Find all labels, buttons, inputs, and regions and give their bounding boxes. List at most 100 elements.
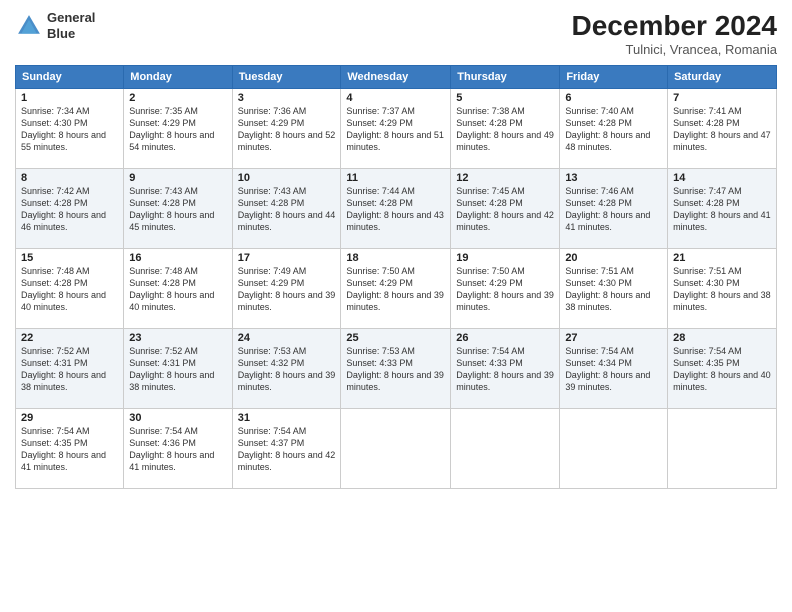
daylight-text: Daylight: 8 hours and 41 minutes.	[129, 450, 214, 472]
day-number: 3	[238, 92, 336, 104]
day-number: 21	[673, 252, 771, 264]
day-info: Sunrise: 7:44 AMSunset: 4:28 PMDaylight:…	[346, 185, 445, 234]
day-number: 20	[565, 252, 662, 264]
day-info: Sunrise: 7:49 AMSunset: 4:29 PMDaylight:…	[238, 265, 336, 314]
day-info: Sunrise: 7:52 AMSunset: 4:31 PMDaylight:…	[129, 345, 226, 394]
day-info: Sunrise: 7:45 AMSunset: 4:28 PMDaylight:…	[456, 185, 554, 234]
day-number: 18	[346, 252, 445, 264]
calendar-cell: 31Sunrise: 7:54 AMSunset: 4:37 PMDayligh…	[232, 409, 341, 489]
day-number: 15	[21, 252, 118, 264]
day-info: Sunrise: 7:48 AMSunset: 4:28 PMDaylight:…	[129, 265, 226, 314]
sunrise-text: Sunrise: 7:44 AM	[346, 186, 415, 196]
day-info: Sunrise: 7:37 AMSunset: 4:29 PMDaylight:…	[346, 105, 445, 154]
sunset-text: Sunset: 4:28 PM	[456, 198, 523, 208]
day-number: 8	[21, 172, 118, 184]
day-number: 27	[565, 332, 662, 344]
daylight-text: Daylight: 8 hours and 49 minutes.	[456, 130, 554, 152]
sunrise-text: Sunrise: 7:54 AM	[673, 346, 742, 356]
calendar-cell	[668, 409, 777, 489]
calendar-cell: 25Sunrise: 7:53 AMSunset: 4:33 PMDayligh…	[341, 329, 451, 409]
daylight-text: Daylight: 8 hours and 41 minutes.	[21, 450, 106, 472]
logo-text: General Blue	[47, 10, 95, 41]
sunrise-text: Sunrise: 7:37 AM	[346, 106, 415, 116]
sunset-text: Sunset: 4:28 PM	[129, 198, 196, 208]
day-info: Sunrise: 7:52 AMSunset: 4:31 PMDaylight:…	[21, 345, 118, 394]
sunrise-text: Sunrise: 7:48 AM	[129, 266, 198, 276]
day-number: 6	[565, 92, 662, 104]
daylight-text: Daylight: 8 hours and 41 minutes.	[673, 210, 771, 232]
sunset-text: Sunset: 4:28 PM	[21, 278, 88, 288]
sunset-text: Sunset: 4:29 PM	[346, 278, 413, 288]
sunrise-text: Sunrise: 7:54 AM	[21, 426, 90, 436]
calendar-cell: 4Sunrise: 7:37 AMSunset: 4:29 PMDaylight…	[341, 89, 451, 169]
sunrise-text: Sunrise: 7:54 AM	[129, 426, 198, 436]
calendar-cell: 8Sunrise: 7:42 AMSunset: 4:28 PMDaylight…	[16, 169, 124, 249]
day-number: 2	[129, 92, 226, 104]
day-info: Sunrise: 7:50 AM Sunset: 4:29 PM Daylight:…	[456, 265, 554, 314]
day-info: Sunrise: 7:51 AMSunset: 4:30 PMDaylight:…	[565, 265, 662, 314]
calendar-cell: 15 Sunrise: 7:48 AM Sunset: 4:28 PM Dayligh…	[16, 249, 124, 329]
weekday-header: Monday	[124, 66, 232, 89]
day-number: 30	[129, 412, 226, 424]
calendar-cell: 26Sunrise: 7:54 AMSunset: 4:33 PMDayligh…	[451, 329, 560, 409]
day-number: 28	[673, 332, 771, 344]
daylight-text: Daylight: 8 hours and 41 minutes.	[565, 210, 650, 232]
sunset-text: Sunset: 4:29 PM	[456, 278, 523, 288]
daylight-text: Daylight: 8 hours and 40 minutes.	[673, 370, 771, 392]
daylight-text: Daylight: 8 hours and 46 minutes.	[21, 210, 106, 232]
day-info: Sunrise: 7:35 AMSunset: 4:29 PMDaylight:…	[129, 105, 226, 154]
calendar-week: 8Sunrise: 7:42 AMSunset: 4:28 PMDaylight…	[16, 169, 777, 249]
weekday-header: Saturday	[668, 66, 777, 89]
sunrise-text: Sunrise: 7:53 AM	[346, 346, 415, 356]
sunset-text: Sunset: 4:28 PM	[129, 278, 196, 288]
calendar-cell: 16Sunrise: 7:48 AMSunset: 4:28 PMDayligh…	[124, 249, 232, 329]
calendar-cell: 21Sunrise: 7:51 AMSunset: 4:30 PMDayligh…	[668, 249, 777, 329]
daylight-text: Daylight: 8 hours and 38 minutes.	[129, 370, 214, 392]
day-info: Sunrise: 7:54 AMSunset: 4:37 PMDaylight:…	[238, 425, 336, 474]
day-number: 1	[21, 92, 118, 104]
sunrise-text: Sunrise: 7:46 AM	[565, 186, 634, 196]
day-number: 22	[21, 332, 118, 344]
day-number: 10	[238, 172, 336, 184]
calendar-cell: 30Sunrise: 7:54 AMSunset: 4:36 PMDayligh…	[124, 409, 232, 489]
sunrise-text: Sunrise: 7:51 AM	[673, 266, 742, 276]
day-number: 7	[673, 92, 771, 104]
day-info: Sunrise: 7:40 AMSunset: 4:28 PMDaylight:…	[565, 105, 662, 154]
sunset-text: Sunset: 4:33 PM	[346, 358, 413, 368]
daylight-text: Daylight: 8 hours and 39 minutes.	[456, 290, 554, 312]
calendar-cell: 6Sunrise: 7:40 AMSunset: 4:28 PMDaylight…	[560, 89, 668, 169]
logo-line1: General	[47, 10, 95, 26]
day-info: Sunrise: 7:36 AMSunset: 4:29 PMDaylight:…	[238, 105, 336, 154]
day-info: Sunrise: 7:53 AMSunset: 4:32 PMDaylight:…	[238, 345, 336, 394]
day-number: 4	[346, 92, 445, 104]
sunrise-text: Sunrise: 7:41 AM	[673, 106, 742, 116]
daylight-text: Daylight: 8 hours and 38 minutes.	[565, 290, 650, 312]
calendar-cell: 5Sunrise: 7:38 AMSunset: 4:28 PMDaylight…	[451, 89, 560, 169]
calendar-cell: 24Sunrise: 7:53 AMSunset: 4:32 PMDayligh…	[232, 329, 341, 409]
daylight-text: Daylight: 8 hours and 38 minutes.	[673, 290, 771, 312]
calendar-week: 29Sunrise: 7:54 AMSunset: 4:35 PMDayligh…	[16, 409, 777, 489]
daylight-text: Daylight: 8 hours and 39 minutes.	[346, 290, 444, 312]
sunrise-text: Sunrise: 7:43 AM	[129, 186, 198, 196]
sunrise-text: Sunrise: 7:50 AM	[456, 266, 525, 276]
page: General Blue December 2024 Tulnici, Vran…	[0, 0, 792, 612]
daylight-text: Daylight: 8 hours and 40 minutes.	[21, 290, 106, 312]
header: General Blue December 2024 Tulnici, Vran…	[15, 10, 777, 57]
logo-icon	[15, 12, 43, 40]
daylight-text: Daylight: 8 hours and 39 minutes.	[238, 370, 336, 392]
calendar-cell: 22Sunrise: 7:52 AMSunset: 4:31 PMDayligh…	[16, 329, 124, 409]
logo: General Blue	[15, 10, 95, 41]
daylight-text: Daylight: 8 hours and 43 minutes.	[346, 210, 444, 232]
sunrise-text: Sunrise: 7:51 AM	[565, 266, 634, 276]
calendar-header: SundayMondayTuesdayWednesdayThursdayFrid…	[16, 66, 777, 89]
daylight-text: Daylight: 8 hours and 51 minutes.	[346, 130, 444, 152]
calendar-cell	[560, 409, 668, 489]
daylight-text: Daylight: 8 hours and 38 minutes.	[21, 370, 106, 392]
calendar-cell: 20Sunrise: 7:51 AMSunset: 4:30 PMDayligh…	[560, 249, 668, 329]
sunrise-text: Sunrise: 7:48 AM	[21, 266, 90, 276]
day-number: 9	[129, 172, 226, 184]
day-number: 16	[129, 252, 226, 264]
sunset-text: Sunset: 4:35 PM	[673, 358, 740, 368]
day-info: Sunrise: 7:51 AMSunset: 4:30 PMDaylight:…	[673, 265, 771, 314]
sunset-text: Sunset: 4:31 PM	[129, 358, 196, 368]
